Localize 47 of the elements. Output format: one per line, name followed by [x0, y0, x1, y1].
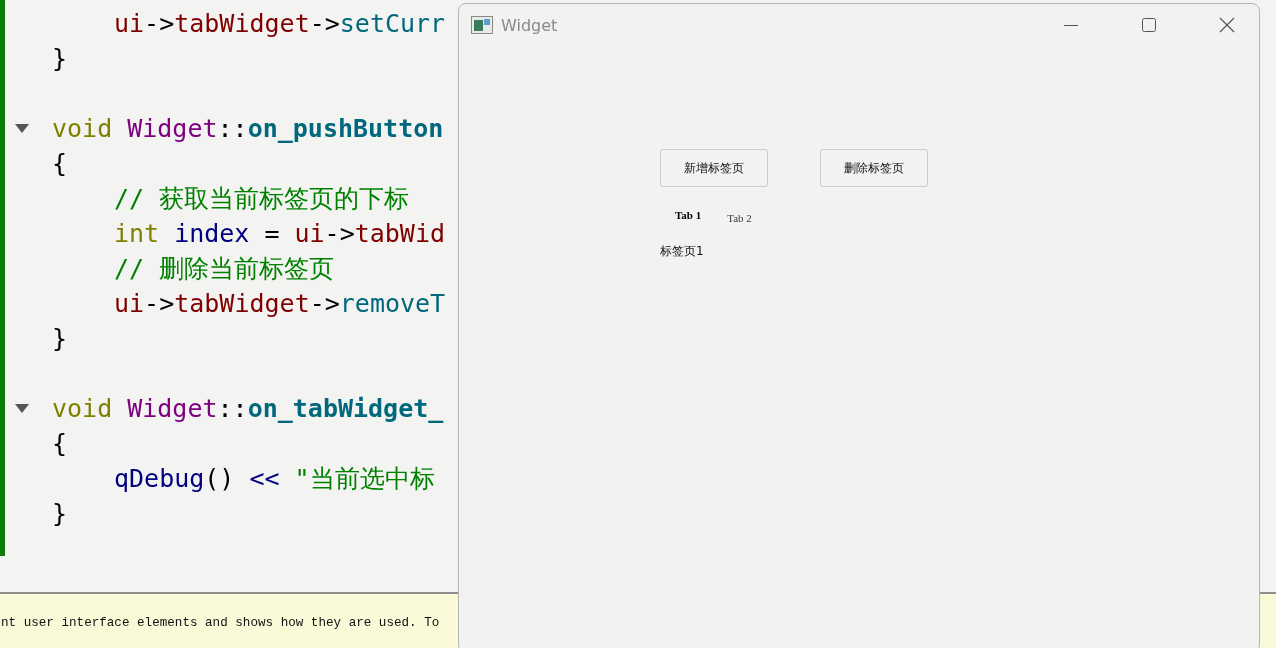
- code-token: ->: [309, 289, 340, 318]
- code-token: Widget: [127, 394, 218, 423]
- code-token: ::: [217, 394, 248, 423]
- fold-arrow-icon[interactable]: [15, 403, 29, 414]
- code-token: void: [52, 394, 113, 423]
- code-token: index: [174, 219, 250, 248]
- code-token: {: [52, 429, 68, 458]
- code-token: Widget: [127, 114, 218, 143]
- code-token: tabWid: [354, 219, 445, 248]
- code-token: ->: [309, 9, 340, 38]
- code-token: removeT: [339, 289, 446, 318]
- code-token: }: [52, 44, 68, 73]
- output-text: nt user interface elements and shows how they are used. To: [1, 616, 440, 630]
- code-token: =: [264, 219, 280, 248]
- fold-arrow-icon[interactable]: [15, 123, 29, 134]
- window-app-icon: [471, 16, 493, 34]
- tab[interactable]: Tab 2: [727, 212, 752, 224]
- window-title: Widget: [501, 15, 558, 35]
- tab[interactable]: Tab 1: [675, 209, 702, 221]
- code-token: }: [52, 499, 68, 528]
- close-icon[interactable]: [1219, 17, 1235, 33]
- code-comment: // 获取当前标签页的下标: [114, 184, 410, 213]
- code-token: on_pushButton: [247, 114, 444, 143]
- code-token: ui: [114, 9, 145, 38]
- code-token: tabWidget: [174, 289, 310, 318]
- code-token: }: [52, 324, 68, 353]
- code-token: ::: [217, 114, 248, 143]
- string-literal: "当前选中标: [294, 464, 435, 493]
- tab-page-label: 标签页1: [660, 243, 704, 260]
- code-token: void: [52, 114, 113, 143]
- code-token: {: [52, 149, 68, 178]
- code-token: ui: [114, 289, 145, 318]
- code-token: ->: [324, 219, 355, 248]
- code-token: tabWidget: [174, 9, 310, 38]
- code-token: (): [204, 464, 235, 493]
- code-token: on_tabWidget_: [247, 394, 444, 423]
- maximize-icon[interactable]: [1141, 17, 1157, 33]
- code-token: ->: [144, 9, 175, 38]
- code-comment: // 删除当前标签页: [114, 254, 335, 283]
- code-token: <<: [249, 464, 280, 493]
- push-button[interactable]: 删除标签页: [820, 149, 928, 187]
- code-token: qDebug: [114, 464, 205, 493]
- code-token: int: [114, 219, 160, 248]
- push-button[interactable]: 新增标签页: [660, 149, 768, 187]
- code-token: ->: [144, 289, 175, 318]
- code-token: ui: [294, 219, 325, 248]
- code-token: setCurr: [339, 9, 446, 38]
